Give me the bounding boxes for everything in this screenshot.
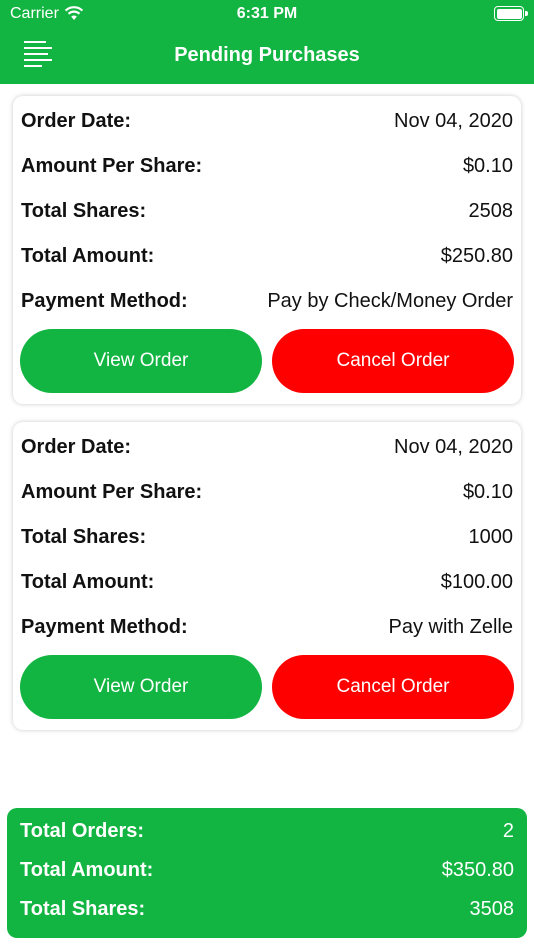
amount-per-share-row: Amount Per Share: $0.10	[21, 481, 513, 511]
total-shares-row: Total Shares: 1000	[21, 526, 513, 556]
payment-method-label: Payment Method:	[21, 290, 188, 312]
total-amount-row: Total Amount: $100.00	[21, 571, 513, 601]
summary-total-orders-row: Total Orders: 2	[20, 820, 514, 850]
summary-total-amount-value: $350.80	[441, 859, 514, 881]
summary-total-amount-row: Total Amount: $350.80	[20, 859, 514, 889]
status-bar: Carrier 6:31 PM	[0, 0, 534, 30]
cancel-order-button[interactable]: Cancel Order	[272, 329, 514, 393]
cancel-order-button[interactable]: Cancel Order	[272, 655, 514, 719]
order-card: Order Date: Nov 04, 2020 Amount Per Shar…	[13, 96, 521, 404]
order-date-label: Order Date:	[21, 436, 132, 458]
payment-method-row: Payment Method: Pay with Zelle	[21, 616, 513, 646]
summary-total-orders-label: Total Orders:	[20, 820, 145, 842]
payment-method-label: Payment Method:	[21, 616, 188, 638]
payment-method-row: Payment Method: Pay by Check/Money Order	[21, 290, 513, 320]
total-amount-label: Total Amount:	[21, 245, 155, 267]
total-shares-row: Total Shares: 2508	[21, 200, 513, 230]
summary-total-shares-row: Total Shares: 3508	[20, 898, 514, 928]
order-date-value: Nov 04, 2020	[394, 110, 513, 132]
amount-per-share-value: $0.10	[462, 155, 513, 177]
view-order-button[interactable]: View Order	[20, 655, 262, 719]
order-date-label: Order Date:	[21, 110, 132, 132]
total-shares-label: Total Shares:	[21, 200, 147, 222]
order-date-row: Order Date: Nov 04, 2020	[21, 110, 513, 140]
summary-total-orders-value: 2	[502, 820, 514, 842]
order-date-row: Order Date: Nov 04, 2020	[21, 436, 513, 466]
amount-per-share-value: $0.10	[462, 481, 513, 503]
amount-per-share-label: Amount Per Share:	[21, 155, 203, 177]
battery-icon	[494, 6, 528, 21]
total-amount-value: $250.80	[440, 245, 513, 267]
total-amount-row: Total Amount: $250.80	[21, 245, 513, 275]
view-order-button[interactable]: View Order	[20, 329, 262, 393]
summary-total-shares-value: 3508	[469, 898, 515, 920]
payment-method-value: Pay by Check/Money Order	[267, 290, 513, 312]
amount-per-share-label: Amount Per Share:	[21, 481, 203, 503]
payment-method-value: Pay with Zelle	[388, 616, 514, 638]
clock: 6:31 PM	[236, 5, 298, 22]
summary-panel: Total Orders: 2 Total Amount: $350.80 To…	[7, 808, 527, 938]
summary-total-amount-label: Total Amount:	[20, 859, 154, 881]
order-card: Order Date: Nov 04, 2020 Amount Per Shar…	[13, 422, 521, 730]
total-shares-label: Total Shares:	[21, 526, 147, 548]
page-title: Pending Purchases	[174, 44, 360, 66]
nav-bar: Pending Purchases	[0, 30, 534, 84]
amount-per-share-row: Amount Per Share: $0.10	[21, 155, 513, 185]
total-amount-value: $100.00	[440, 571, 513, 593]
total-shares-value: 1000	[468, 526, 514, 548]
total-amount-label: Total Amount:	[21, 571, 155, 593]
summary-total-shares-label: Total Shares:	[20, 898, 146, 920]
order-date-value: Nov 04, 2020	[394, 436, 513, 458]
total-shares-value: 2508	[468, 200, 514, 222]
